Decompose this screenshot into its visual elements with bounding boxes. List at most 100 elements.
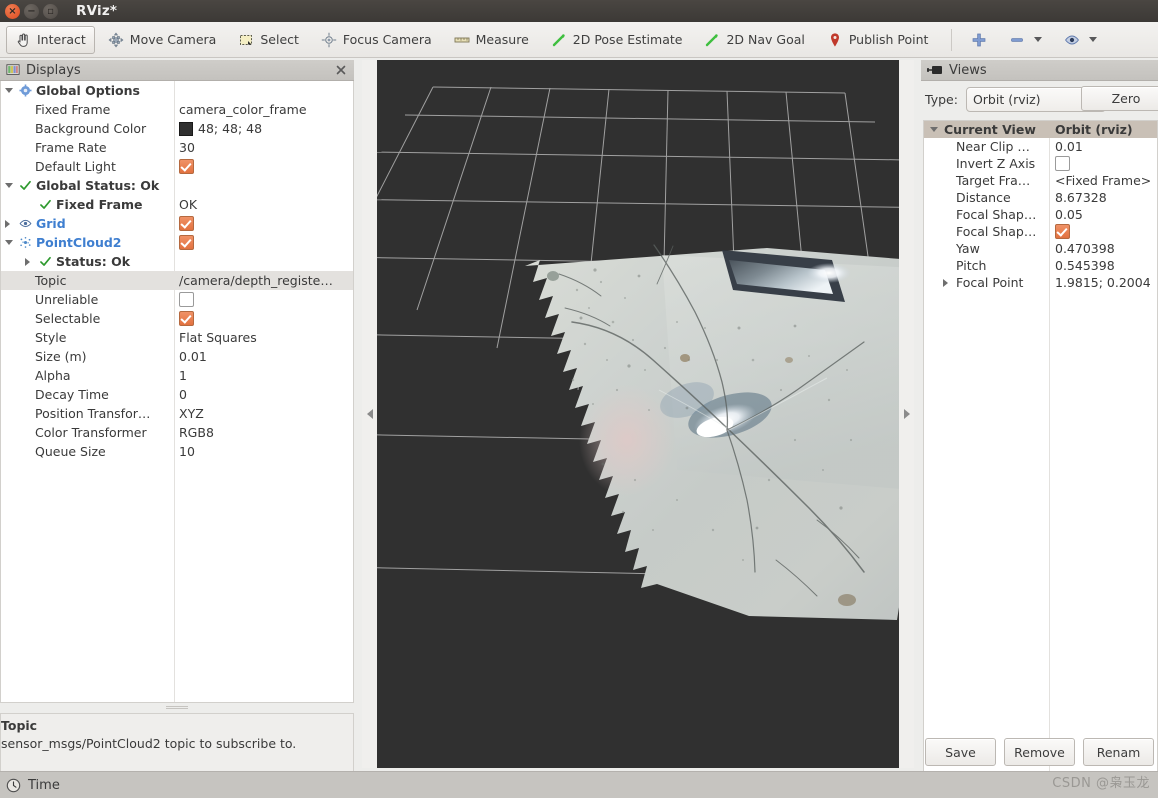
chevron-down-icon[interactable] <box>1034 37 1043 42</box>
display-row-status-ok[interactable]: Status: Ok <box>1 252 353 271</box>
row-value[interactable]: RGB8 <box>179 425 214 440</box>
display-row-style[interactable]: Style Flat Squares <box>1 328 353 347</box>
view-row-focal-shap[interactable]: Focal Shap… <box>924 223 1157 240</box>
display-row-pointcloud2[interactable]: PointCloud2 <box>1 233 353 252</box>
close-window-button[interactable]: × <box>5 3 20 19</box>
row-value[interactable]: /camera/depth_registe… <box>179 273 333 288</box>
row-value[interactable]: Flat Squares <box>179 330 257 345</box>
views-panel-title: Views <box>949 62 987 78</box>
display-row-grid[interactable]: Grid <box>1 214 353 233</box>
tool-interact[interactable]: Interact <box>6 25 95 54</box>
right-splitter[interactable] <box>899 60 914 768</box>
save-view-button[interactable]: Save <box>925 738 996 766</box>
expander-collapse-icon[interactable] <box>5 183 13 188</box>
display-row-selectable[interactable]: Selectable <box>1 309 353 328</box>
display-row-fixed-frame[interactable]: Fixed Frame OK <box>1 195 353 214</box>
row-value[interactable] <box>179 159 194 174</box>
row-value[interactable] <box>179 292 194 307</box>
tool-focus-camera[interactable]: Focus Camera <box>312 26 441 54</box>
displays-tree[interactable]: Global Options Fixed Frame camera_color_fr… <box>0 81 354 703</box>
row-value[interactable]: 48; 48; 48 <box>179 121 262 136</box>
display-row-background-color[interactable]: Background Color 48; 48; 48 <box>1 119 353 138</box>
checkbox-checked-icon[interactable] <box>179 159 194 174</box>
checkbox-checked-icon[interactable] <box>179 311 194 326</box>
row-value[interactable]: XYZ <box>179 406 204 421</box>
view-row-focal-shap[interactable]: Focal Shap… 0.05 <box>924 206 1157 223</box>
zero-button[interactable]: Zero <box>1081 86 1158 111</box>
collapse-left-icon[interactable] <box>366 409 373 419</box>
tool-publish-point[interactable]: Publish Point <box>818 26 938 54</box>
checkbox-checked-icon[interactable] <box>179 216 194 231</box>
row-value[interactable]: 0.01 <box>179 349 207 364</box>
expander-expand-icon[interactable] <box>5 219 10 228</box>
display-row-decay-time[interactable]: Decay Time 0 <box>1 385 353 404</box>
row-value[interactable]: 1 <box>179 368 187 383</box>
display-row-global-options[interactable]: Global Options <box>1 81 353 100</box>
expander-collapse-icon[interactable] <box>5 240 13 245</box>
tool-select[interactable]: Select <box>229 26 308 54</box>
collapse-right-icon[interactable] <box>903 409 910 419</box>
display-row-default-light[interactable]: Default Light <box>1 157 353 176</box>
view-row-invert-z-axis[interactable]: Invert Z Axis <box>924 155 1157 172</box>
minimize-window-button[interactable]: − <box>24 3 39 19</box>
view-row-value[interactable]: 1.9815; 0.2004 <box>1055 275 1151 290</box>
view-row-value[interactable]: 0.01 <box>1055 139 1083 154</box>
view-row-pitch[interactable]: Pitch 0.545398 <box>924 257 1157 274</box>
display-row-color-transformer[interactable]: Color Transformer RGB8 <box>1 423 353 442</box>
view-row-near-clip[interactable]: Near Clip … 0.01 <box>924 138 1157 155</box>
view-row-value[interactable]: 0.05 <box>1055 207 1083 222</box>
expander-expand-icon[interactable] <box>25 257 30 266</box>
row-value[interactable]: camera_color_frame <box>179 102 307 117</box>
3d-render-view[interactable] <box>377 60 899 768</box>
views-tree[interactable]: Current View Orbit (rviz) Near Clip … 0.01 I… <box>923 120 1158 792</box>
rename-view-button[interactable]: Renam <box>1083 738 1154 766</box>
display-row-position-transfor[interactable]: Position Transfor… XYZ <box>1 404 353 423</box>
display-row-unreliable[interactable]: Unreliable <box>1 290 353 309</box>
tool-move-camera[interactable]: Move Camera <box>99 26 226 54</box>
checkbox-unchecked-icon[interactable] <box>179 292 194 307</box>
view-row-value[interactable] <box>1055 156 1070 171</box>
view-row-value[interactable]: 8.67328 <box>1055 190 1107 205</box>
view-row-value[interactable]: 0.545398 <box>1055 258 1115 273</box>
row-value[interactable]: 0 <box>179 387 187 402</box>
row-value[interactable]: OK <box>179 197 197 212</box>
display-row-queue-size[interactable]: Queue Size 10 <box>1 442 353 461</box>
row-value[interactable] <box>179 216 194 231</box>
display-row-topic[interactable]: Topic/camera/depth_registe… <box>1 271 353 290</box>
row-value[interactable] <box>179 311 194 326</box>
tool-2d-nav-goal[interactable]: 2D Nav Goal <box>695 26 813 54</box>
row-value[interactable] <box>179 235 194 250</box>
view-row-distance[interactable]: Distance 8.67328 <box>924 189 1157 206</box>
display-row-size-m[interactable]: Size (m) 0.01 <box>1 347 353 366</box>
checkbox-unchecked-icon[interactable] <box>1055 156 1070 171</box>
display-row-alpha[interactable]: Alpha 1 <box>1 366 353 385</box>
view-row-focal-point[interactable]: Focal Point 1.9815; 0.2004 <box>924 274 1157 291</box>
color-swatch[interactable] <box>179 121 193 136</box>
maximize-window-button[interactable]: ▫ <box>43 3 58 19</box>
view-row-value[interactable]: <Fixed Frame> <box>1055 173 1151 188</box>
checkbox-checked-icon[interactable] <box>179 235 194 250</box>
visibility-tool-button[interactable] <box>1055 26 1106 54</box>
close-icon[interactable] <box>334 63 348 77</box>
view-row-value[interactable]: 0.470398 <box>1055 241 1115 256</box>
remove-tool-button[interactable] <box>1000 26 1051 54</box>
add-tool-button[interactable] <box>962 26 996 54</box>
display-row-global-status-ok[interactable]: Global Status: Ok <box>1 176 353 195</box>
row-value[interactable]: 30 <box>179 140 195 155</box>
panel-splitter-handle[interactable] <box>166 705 188 710</box>
display-row-fixed-frame[interactable]: Fixed Frame camera_color_frame <box>1 100 353 119</box>
expander-collapse-icon[interactable] <box>930 127 938 132</box>
expander-expand-icon[interactable] <box>943 279 948 287</box>
remove-view-button[interactable]: Remove <box>1004 738 1075 766</box>
expander-collapse-icon[interactable] <box>5 88 13 93</box>
row-value[interactable]: 10 <box>179 444 195 459</box>
checkbox-checked-icon[interactable] <box>1055 224 1070 239</box>
tool-measure[interactable]: Measure <box>445 26 538 54</box>
view-row-yaw[interactable]: Yaw 0.470398 <box>924 240 1157 257</box>
display-row-frame-rate[interactable]: Frame Rate 30 <box>1 138 353 157</box>
chevron-down-icon[interactable] <box>1089 37 1098 42</box>
view-row-value[interactable] <box>1055 224 1070 239</box>
left-splitter[interactable] <box>362 60 377 768</box>
tool-2d-pose-estimate[interactable]: 2D Pose Estimate <box>542 26 692 54</box>
view-row-target-fra[interactable]: Target Fra… <Fixed Frame> <box>924 172 1157 189</box>
